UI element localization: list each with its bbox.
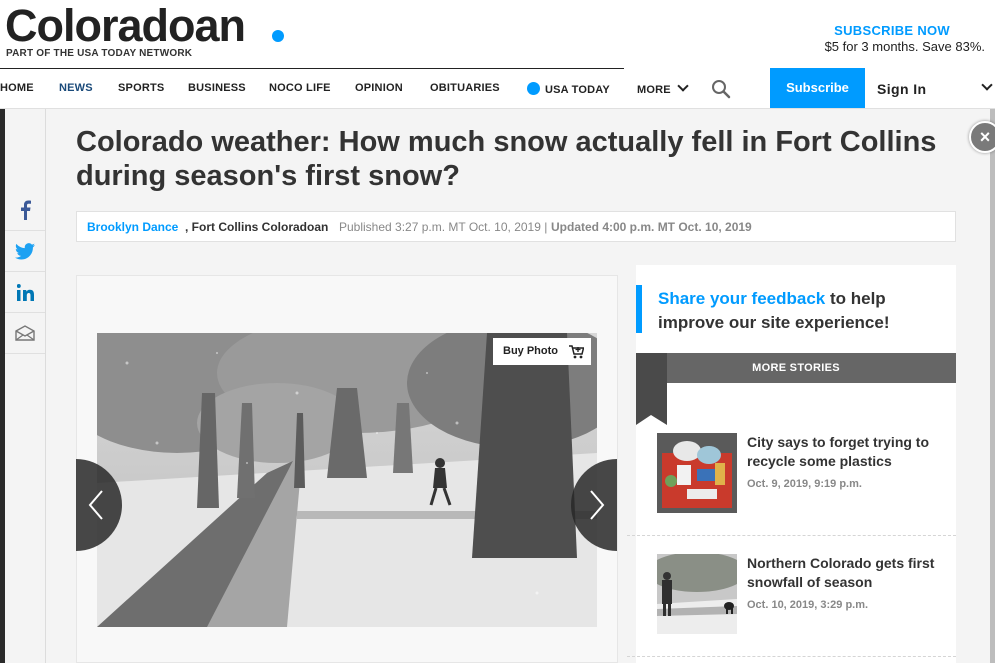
chevron-down-icon — [677, 80, 689, 92]
story-thumbnail[interactable] — [657, 433, 737, 513]
recycle-plastics-image — [657, 433, 737, 513]
right-gutter — [990, 109, 995, 663]
story-thumbnail[interactable] — [657, 554, 737, 634]
share-divider — [45, 109, 46, 663]
more-stories-module: MORE STORIES City says to forget trying … — [636, 353, 956, 663]
nav-top-rule — [0, 68, 624, 69]
updated-timestamp: Updated 4:00 p.m. MT Oct. 10, 2019 — [551, 220, 752, 234]
nav-home[interactable]: HOME — [0, 82, 34, 94]
nav-business[interactable]: BUSINESS — [188, 82, 246, 94]
story-divider — [627, 656, 956, 657]
share-twitter-button[interactable] — [5, 231, 45, 272]
nav-usa-today[interactable]: USA TODAY — [527, 82, 610, 96]
logo-dot — [272, 30, 284, 42]
email-icon — [15, 325, 35, 341]
nav-sports[interactable]: SPORTS — [118, 82, 164, 94]
feedback-link[interactable]: Share your feedback — [658, 289, 825, 308]
published-timestamp: Published 3:27 p.m. MT Oct. 10, 2019 | — [339, 220, 548, 234]
main-nav: HOME NEWS SPORTS BUSINESS NOCO LIFE OPIN… — [0, 68, 995, 109]
story-title[interactable]: City says to forget trying to recycle so… — [747, 433, 947, 471]
more-stories-header: MORE STORIES — [636, 353, 956, 383]
search-icon[interactable] — [711, 79, 731, 99]
article-photo[interactable] — [97, 333, 597, 627]
article-headline: Colorado weather: How much snow actually… — [76, 126, 937, 192]
more-stories-flag-tip — [636, 415, 667, 425]
buy-photo-label: Buy Photo — [503, 345, 558, 357]
buy-photo-button[interactable]: Buy Photo — [493, 338, 591, 365]
nav-opinion[interactable]: OPINION — [355, 82, 403, 94]
linkedin-icon — [16, 283, 34, 301]
nav-usa-today-label: USA TODAY — [545, 84, 610, 96]
story-date: Oct. 10, 2019, 3:29 p.m. — [747, 599, 869, 611]
nav-news[interactable]: NEWS — [59, 82, 93, 94]
author-link[interactable]: Brooklyn Dance — [87, 220, 178, 234]
story-item[interactable]: City says to forget trying to recycle so… — [656, 433, 946, 533]
subscribe-offer[interactable]: $5 for 3 months. Save 83%. — [825, 39, 985, 54]
story-item[interactable]: Northern Colorado gets first snowfall of… — [656, 554, 946, 654]
share-toolbar — [5, 190, 45, 354]
author-org: , Fort Collins Coloradoan — [185, 220, 329, 234]
usa-today-icon — [527, 82, 540, 95]
sign-in-button[interactable]: Sign In — [877, 81, 926, 97]
story-divider — [627, 535, 956, 536]
feedback-accent-bar — [636, 285, 642, 333]
story-title[interactable]: Northern Colorado gets first snowfall of… — [747, 554, 947, 592]
snow-scene-image — [97, 333, 597, 627]
cart-icon — [569, 345, 584, 359]
story-date: Oct. 9, 2019, 9:19 p.m. — [747, 478, 862, 490]
subscribe-now-link[interactable]: SUBSCRIBE NOW — [834, 23, 950, 38]
share-email-button[interactable] — [5, 313, 45, 354]
nav-more-label: MORE — [637, 84, 671, 96]
nav-more[interactable]: MORE — [637, 80, 689, 96]
nav-obituaries[interactable]: OBITUARIES — [430, 82, 500, 94]
network-tagline: PART OF THE USA TODAY NETWORK — [6, 48, 193, 59]
nav-noco-life[interactable]: NOCO LIFE — [269, 82, 331, 94]
share-linkedin-button[interactable] — [5, 272, 45, 313]
site-logo[interactable]: Coloradoan — [5, 2, 246, 50]
twitter-icon — [15, 242, 35, 259]
facebook-icon — [21, 200, 31, 220]
feedback-text: Share your feedback to help improve our … — [658, 287, 948, 335]
first-snowfall-image — [657, 554, 737, 634]
close-button[interactable]: × — [969, 121, 995, 153]
site-header: Coloradoan PART OF THE USA TODAY NETWORK… — [0, 0, 995, 68]
feedback-promo: Share your feedback to help improve our … — [636, 265, 956, 353]
sign-in-chevron-icon[interactable] — [981, 79, 993, 91]
chevron-right-icon — [590, 490, 605, 520]
article-byline: Brooklyn Dance , Fort Collins Coloradoan… — [76, 211, 956, 242]
share-facebook-button[interactable] — [5, 190, 45, 231]
more-stories-flag — [636, 353, 667, 415]
subscribe-button[interactable]: Subscribe — [770, 68, 865, 108]
chevron-left-icon — [88, 490, 103, 520]
